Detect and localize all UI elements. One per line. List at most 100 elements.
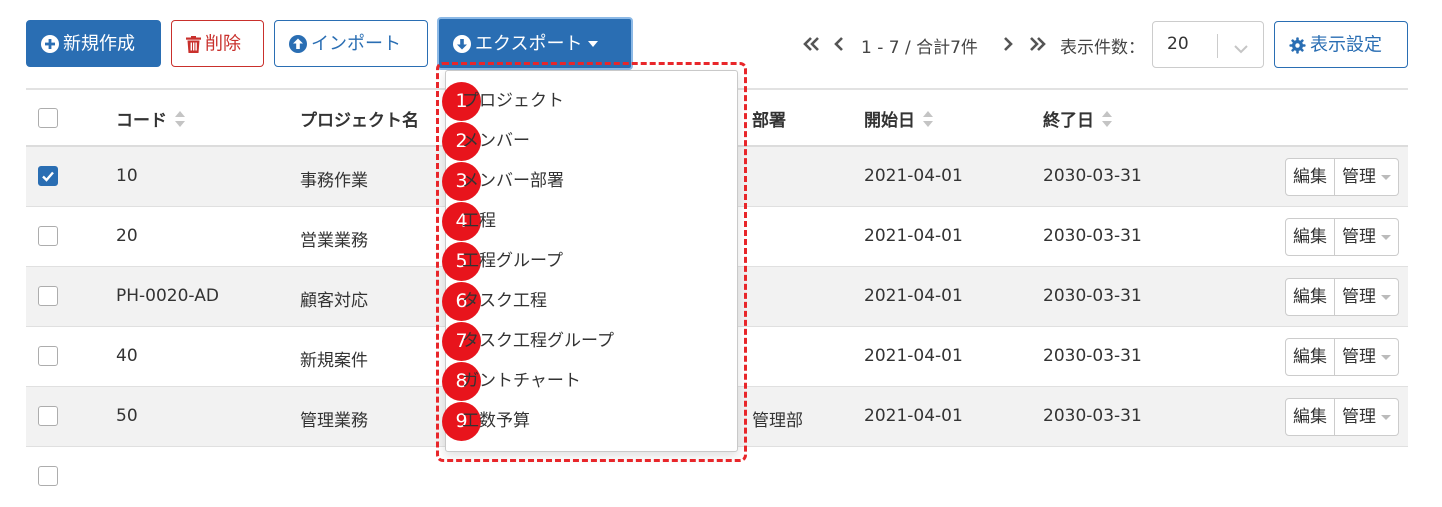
per-page-separator xyxy=(1217,34,1218,58)
per-page-label: 表示件数： xyxy=(1060,38,1145,58)
export-item-member[interactable]: 2 メンバー xyxy=(442,121,731,161)
export-item-gantt-chart[interactable]: 8 ガントチャート xyxy=(442,361,731,401)
export-item-label: 工程 xyxy=(462,211,496,231)
cell-start: 2021-04-01 xyxy=(864,406,963,426)
edit-button[interactable]: 編集 xyxy=(1285,398,1335,436)
edit-button[interactable]: 編集 xyxy=(1285,338,1335,376)
row-checkbox[interactable] xyxy=(38,166,58,186)
table-row-partial xyxy=(26,447,1408,507)
caret-down-icon xyxy=(1381,294,1391,300)
cell-start: 2021-04-01 xyxy=(864,226,963,246)
cell-code: 10 xyxy=(116,166,138,186)
export-item-member-department[interactable]: 3 メンバー部署 xyxy=(442,161,731,201)
export-item-process[interactable]: 4 工程 xyxy=(442,201,731,241)
row-checkbox[interactable] xyxy=(38,286,58,306)
manage-dropdown[interactable]: 管理 xyxy=(1335,338,1399,376)
sort-icon xyxy=(923,110,933,132)
new-button[interactable]: 新規作成 xyxy=(26,20,161,67)
check-icon xyxy=(42,171,54,182)
row-checkbox[interactable] xyxy=(38,466,58,486)
export-item-label: タスク工程グループ xyxy=(462,331,614,351)
cell-start: 2021-04-01 xyxy=(864,166,963,186)
export-dropdown-menu: 1 プロジェクト 2 メンバー 3 メンバー部署 4 工程 5 工程グループ 6… xyxy=(442,70,738,452)
row-actions: 編集 管理 xyxy=(1285,398,1399,436)
display-settings-label: 表示設定 xyxy=(1310,34,1382,56)
upload-circle-icon xyxy=(289,35,307,53)
header-end-date[interactable]: 終了日 xyxy=(1043,106,1112,132)
row-actions: 編集 管理 xyxy=(1285,338,1399,376)
caret-down-icon xyxy=(1381,234,1391,240)
prev-page-icon[interactable] xyxy=(834,36,844,55)
export-item-project[interactable]: 1 プロジェクト xyxy=(442,81,731,121)
cell-name: 顧客対応 xyxy=(300,291,368,311)
caret-down-icon xyxy=(1381,414,1391,420)
trash-icon xyxy=(186,35,201,53)
caret-down-icon xyxy=(1381,354,1391,360)
select-all-checkbox[interactable] xyxy=(38,108,58,128)
export-item-label: ガントチャート xyxy=(462,371,581,391)
edit-button[interactable]: 編集 xyxy=(1285,218,1335,256)
export-item-label: プロジェクト xyxy=(462,91,564,111)
export-item-process-group[interactable]: 5 工程グループ xyxy=(442,241,731,281)
cell-name: 管理業務 xyxy=(300,411,368,431)
sort-icon xyxy=(175,110,185,132)
per-page-select[interactable]: 20 xyxy=(1152,21,1264,68)
delete-button[interactable]: 削除 xyxy=(171,20,264,67)
row-checkbox[interactable] xyxy=(38,346,58,366)
export-item-label: 工数予算 xyxy=(462,411,530,431)
next-page-icon[interactable] xyxy=(1003,36,1013,55)
cell-end: 2030-03-31 xyxy=(1043,286,1142,306)
cell-end: 2030-03-31 xyxy=(1043,406,1142,426)
cell-end: 2030-03-31 xyxy=(1043,166,1142,186)
manage-dropdown[interactable]: 管理 xyxy=(1335,218,1399,256)
cell-name: 営業業務 xyxy=(300,231,368,251)
pager-range: 1 - 7 / 合計7件 xyxy=(861,38,978,58)
export-button[interactable]: エクスポート xyxy=(437,17,633,70)
cell-end: 2030-03-31 xyxy=(1043,226,1142,246)
export-item-task-process[interactable]: 6 タスク工程 xyxy=(442,281,731,321)
manage-dropdown[interactable]: 管理 xyxy=(1335,278,1399,316)
header-project-name[interactable]: プロジェクト名 xyxy=(300,106,419,131)
display-settings-button[interactable]: 表示設定 xyxy=(1274,21,1408,68)
header-department: 部署 xyxy=(752,111,786,131)
cell-department: 管理部 xyxy=(752,411,803,431)
chevron-down-icon xyxy=(1233,39,1249,58)
export-item-label: 工程グループ xyxy=(462,251,563,271)
cell-name: 新規案件 xyxy=(300,351,368,371)
edit-button[interactable]: 編集 xyxy=(1285,158,1335,196)
cell-code: 40 xyxy=(116,346,138,366)
row-checkbox[interactable] xyxy=(38,226,58,246)
first-page-icon[interactable] xyxy=(803,36,820,55)
export-item-label: タスク工程 xyxy=(462,291,547,311)
header-code[interactable]: コード xyxy=(116,106,185,132)
manage-dropdown[interactable]: 管理 xyxy=(1335,158,1399,196)
edit-button[interactable]: 編集 xyxy=(1285,278,1335,316)
export-item-label: メンバー部署 xyxy=(462,171,564,191)
new-button-label: 新規作成 xyxy=(63,33,135,55)
caret-down-icon xyxy=(1381,174,1391,180)
cell-start: 2021-04-01 xyxy=(864,346,963,366)
row-actions: 編集 管理 xyxy=(1285,218,1399,256)
delete-button-label: 削除 xyxy=(205,33,241,55)
download-circle-icon xyxy=(453,35,471,53)
cell-end: 2030-03-31 xyxy=(1043,346,1142,366)
export-item-effort-budget[interactable]: 9 工数予算 xyxy=(442,401,731,441)
row-checkbox[interactable] xyxy=(38,406,58,426)
cell-name: 事務作業 xyxy=(300,171,368,191)
caret-down-icon xyxy=(588,41,599,47)
cell-code: 50 xyxy=(116,406,138,426)
last-page-icon[interactable] xyxy=(1029,36,1046,55)
import-button-label: インポート xyxy=(311,33,401,55)
cell-start: 2021-04-01 xyxy=(864,286,963,306)
header-start-date[interactable]: 開始日 xyxy=(864,106,933,132)
plus-circle-icon xyxy=(41,35,59,53)
sort-icon xyxy=(1102,110,1112,132)
import-button[interactable]: インポート xyxy=(274,20,428,67)
row-actions: 編集 管理 xyxy=(1285,278,1399,316)
cell-code: 20 xyxy=(116,226,138,246)
export-item-label: メンバー xyxy=(462,131,530,151)
export-item-task-process-group[interactable]: 7 タスク工程グループ xyxy=(442,321,731,361)
row-actions: 編集 管理 xyxy=(1285,158,1399,196)
cell-code: PH-0020-AD xyxy=(116,286,219,306)
manage-dropdown[interactable]: 管理 xyxy=(1335,398,1399,436)
